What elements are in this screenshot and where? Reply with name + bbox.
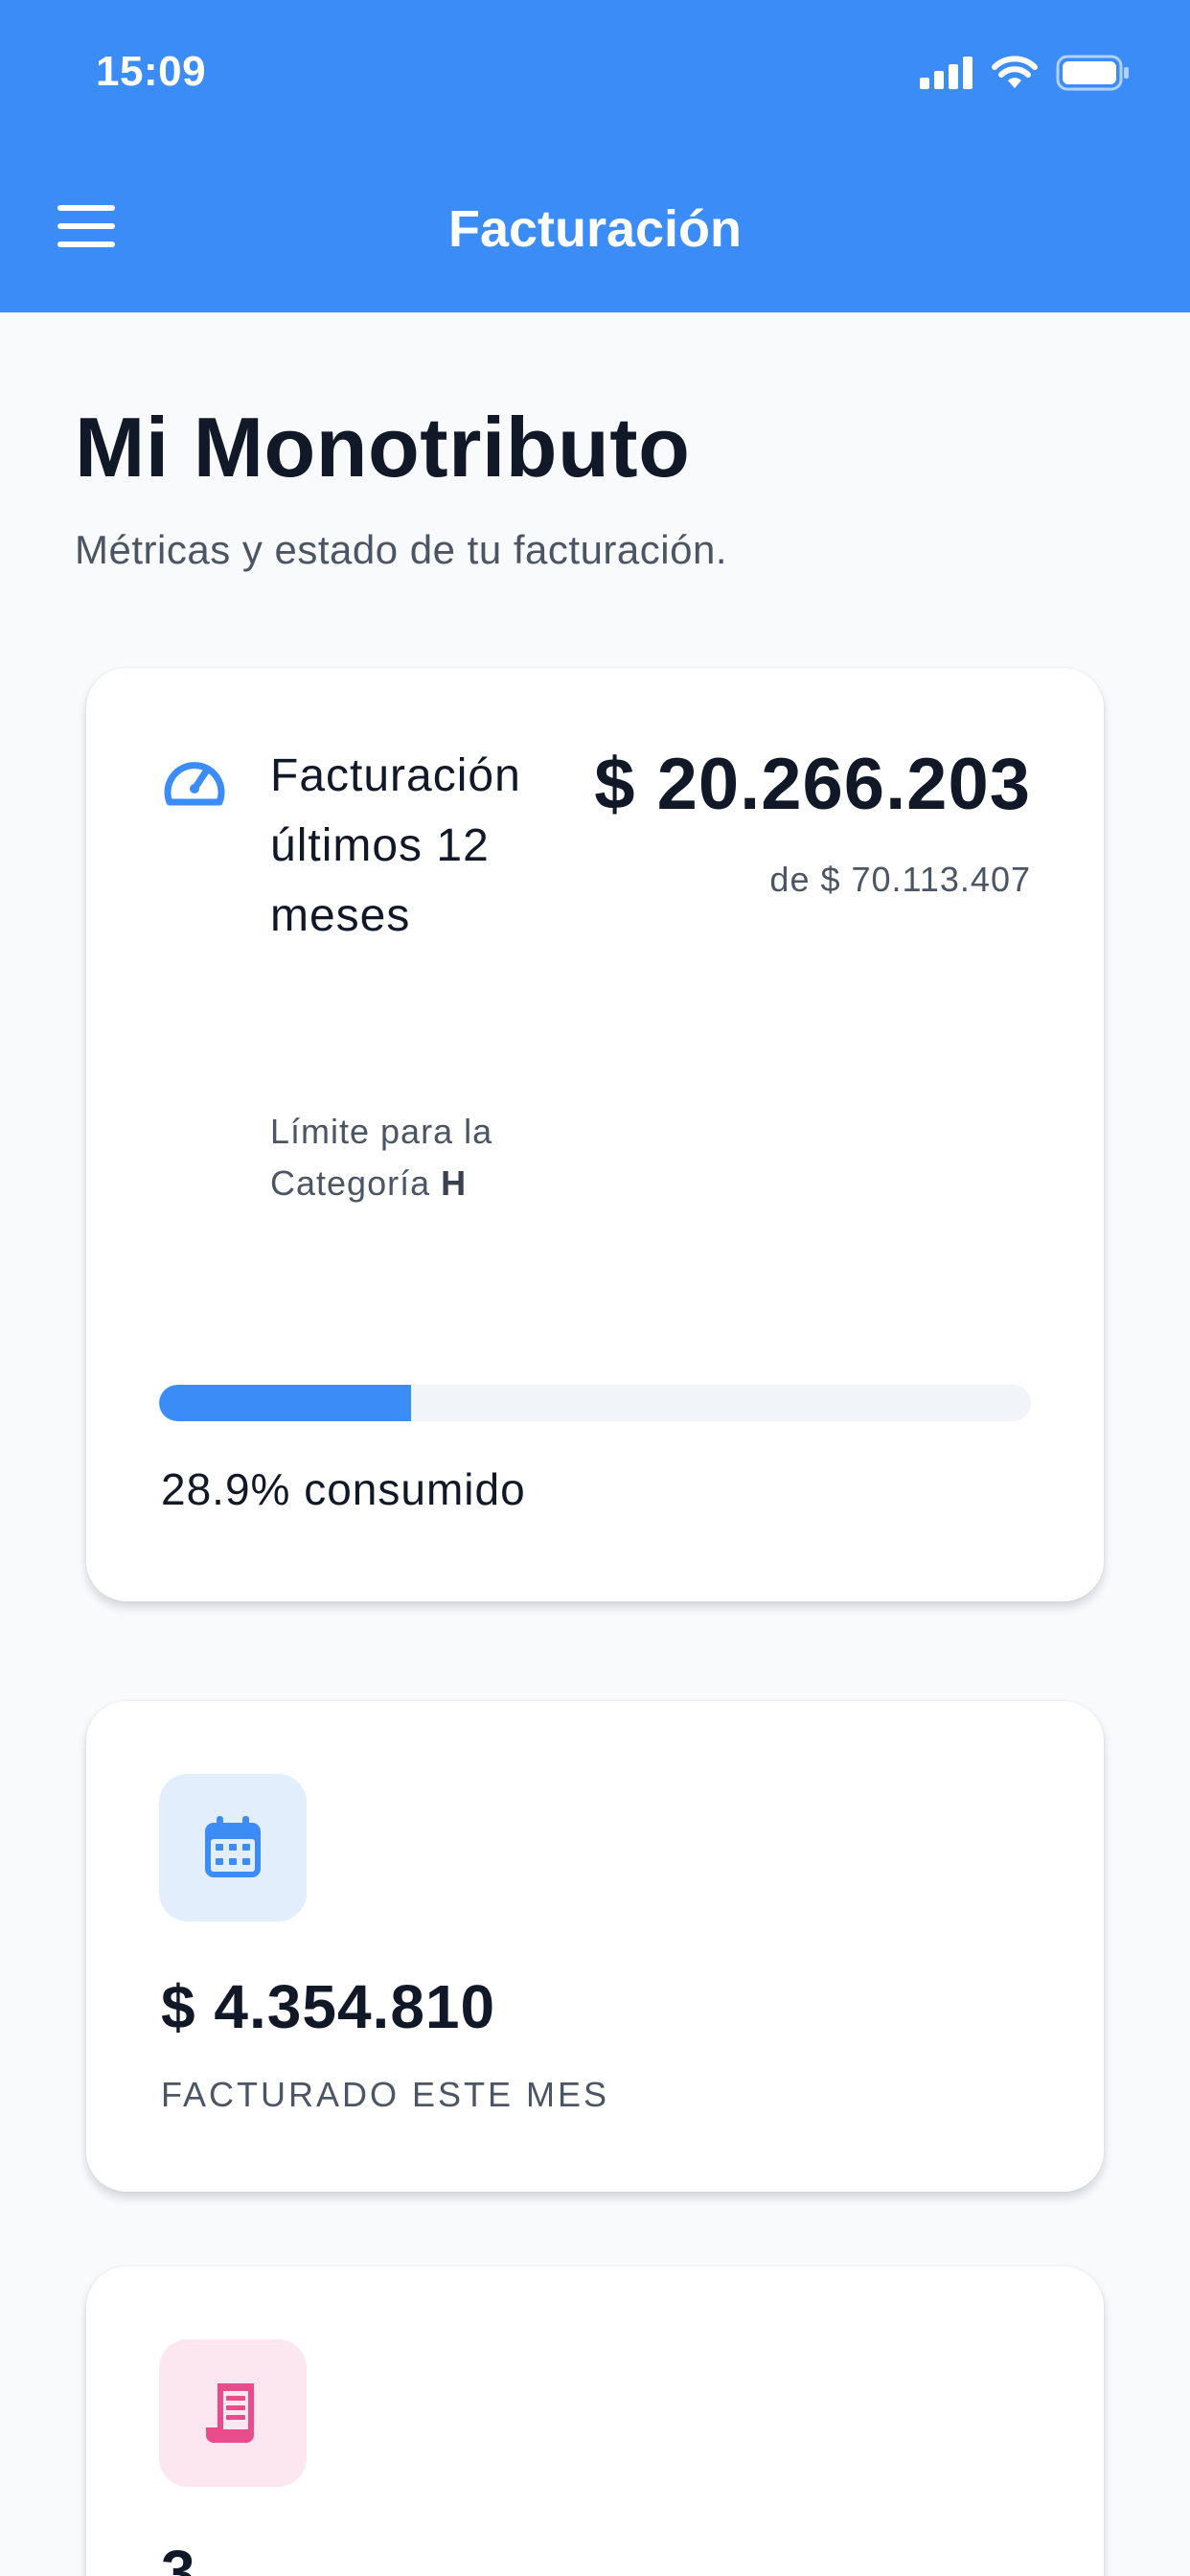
status-time: 15:09 <box>96 48 207 95</box>
billing-period-label: Facturación últimos 12 meses <box>270 750 521 941</box>
category-limit-label: Límite para la Categoría H <box>270 1106 500 1209</box>
calendar-icon-box <box>159 1774 307 1921</box>
monthly-billing-card: $ 4.354.810 FACTURADO ESTE MES <box>86 1701 1104 2192</box>
consumption-progress-fill <box>159 1385 411 1421</box>
cellular-signal-icon <box>920 57 973 89</box>
category-letter: H <box>441 1163 468 1203</box>
calendar-icon <box>205 1816 261 1877</box>
app-header: 15:09 Facturación <box>0 0 1190 312</box>
consumption-progress-bar <box>159 1385 1031 1421</box>
invoices-card: 3 <box>86 2266 1104 2576</box>
monthly-billing-value: $ 4.354.810 <box>161 1972 496 2041</box>
billing-limit: de $ 70.113.407 <box>769 860 1031 899</box>
receipt-icon <box>206 2383 254 2443</box>
wifi-icon <box>992 56 1038 88</box>
status-icons <box>920 54 1131 92</box>
gauge-icon <box>164 762 225 806</box>
invoices-count-value: 3 <box>161 2538 196 2576</box>
billing-amount: $ 20.266.203 <box>594 744 1031 825</box>
header-title: Facturación <box>447 200 743 258</box>
monthly-billing-label: FACTURADO ESTE MES <box>161 2075 610 2114</box>
billing-summary-card: Facturación últimos 12 meses Límite para… <box>86 668 1104 1601</box>
receipt-icon-box <box>159 2339 307 2487</box>
consumption-caption: 28.9% consumido <box>161 1464 526 1514</box>
battery-icon <box>1056 55 1129 91</box>
page-title: Mi Monotributo <box>75 400 691 494</box>
page-subtitle: Métricas y estado de tu facturación. <box>75 527 727 572</box>
